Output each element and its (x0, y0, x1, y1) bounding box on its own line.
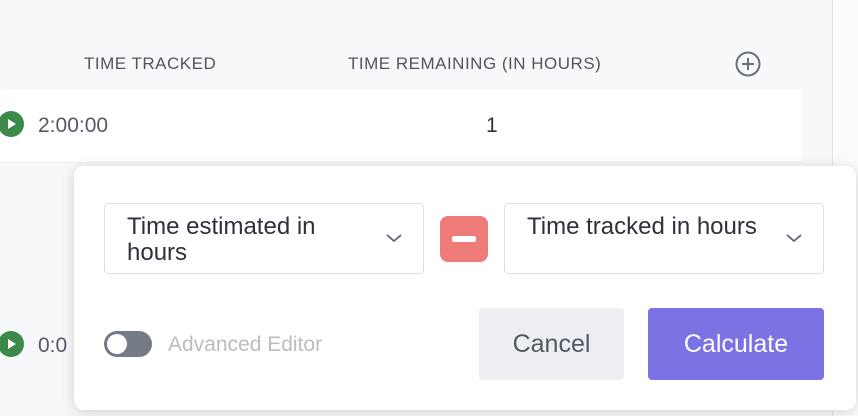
advanced-editor-label: Advanced Editor (168, 333, 323, 356)
play-icon[interactable] (0, 331, 24, 357)
time-remaining-cell[interactable]: 1 (486, 114, 498, 138)
cancel-button[interactable]: Cancel (479, 308, 624, 380)
minus-icon (452, 236, 476, 242)
chevron-down-icon (786, 234, 802, 243)
toggle-knob (107, 334, 127, 354)
time-tracked-cell: 0:0 (38, 334, 68, 357)
column-header-time-tracked[interactable]: TIME TRACKED (84, 54, 216, 74)
table-row: 2:00:00 1 (0, 89, 802, 163)
left-operand-select[interactable]: Time estimated in hours (104, 203, 424, 274)
formula-popup: Time estimated in hours Time tracked in … (74, 166, 856, 410)
right-operand-select[interactable]: Time tracked in hours (504, 203, 824, 274)
operator-button[interactable] (440, 216, 488, 262)
calculate-button[interactable]: Calculate (648, 308, 824, 380)
play-icon[interactable] (0, 111, 24, 137)
plus-circle-icon[interactable] (735, 51, 761, 77)
time-tracked-cell: 2:00:00 (38, 114, 109, 137)
left-operand-value: Time estimated in hours (127, 213, 316, 266)
column-header-time-remaining[interactable]: TIME REMAINING (IN HOURS) (348, 54, 601, 74)
advanced-editor-toggle[interactable] (104, 331, 152, 357)
right-operand-value: Time tracked in hours (527, 213, 757, 240)
chevron-down-icon (386, 234, 402, 243)
